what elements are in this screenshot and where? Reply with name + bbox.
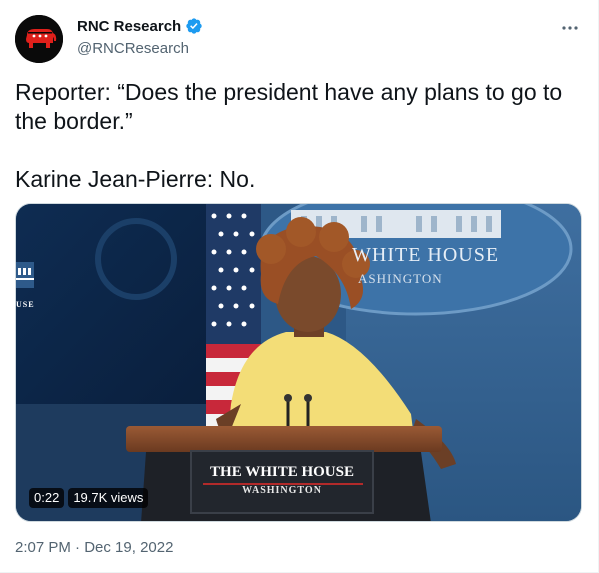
left-screen-label: USE	[16, 300, 35, 309]
verified-badge-icon	[185, 17, 203, 35]
republican-elephant-icon	[15, 15, 63, 63]
video-duration: 0:22	[29, 488, 65, 508]
tweet-card: RNC Research @RNCResearch Reporter: “Doe…	[0, 0, 599, 573]
tweet-text: Reporter: “Does the president have any p…	[15, 79, 563, 192]
tweet-date[interactable]: Dec 19, 2022	[84, 539, 173, 556]
podium-subtitle: WASHINGTON	[242, 485, 322, 496]
backdrop-title: WHITE HOUSE	[352, 244, 500, 266]
author-name-row[interactable]: RNC Research	[77, 17, 203, 35]
backdrop-subtitle: ASHINGTON	[358, 271, 443, 286]
video-info-badges: 0:22 19.7K views	[29, 488, 149, 508]
more-options-icon[interactable]	[560, 18, 580, 38]
avatar[interactable]	[15, 15, 63, 63]
video-player[interactable]: WHITE HOUSE ASHINGTON USE THE WHITE HOUS…	[15, 203, 582, 522]
podium-title: THE WHITE HOUSE	[210, 464, 354, 480]
author-display-name[interactable]: RNC Research	[77, 18, 181, 35]
video-view-count: 19.7K views	[68, 488, 149, 508]
tweet-time[interactable]: 2:07 PM	[15, 539, 71, 556]
timestamp-separator: ·	[75, 539, 81, 556]
tweet-timestamp[interactable]: 2:07 PM · Dec 19, 2022	[15, 539, 173, 556]
author-handle[interactable]: @RNCResearch	[77, 40, 189, 57]
